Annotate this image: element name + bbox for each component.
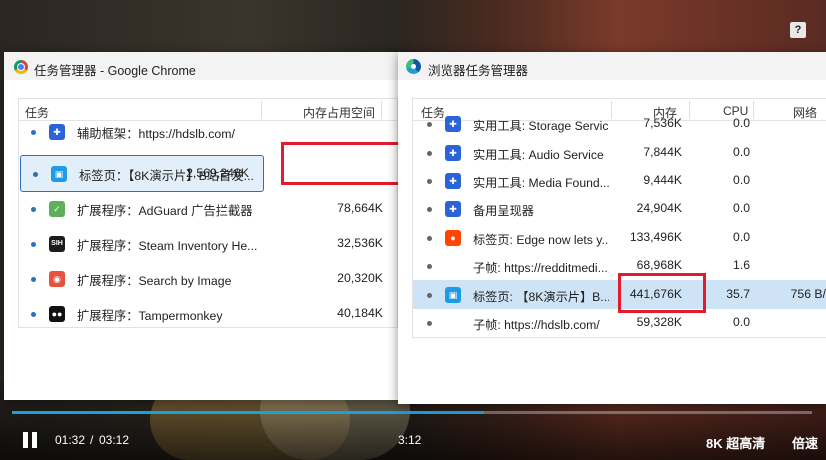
bullet-dot xyxy=(31,276,36,282)
puzzle-icon: ✚ xyxy=(49,123,65,140)
cpu-value: 0.0 xyxy=(733,172,750,187)
task-name: 扩展程序：Tampermonkey xyxy=(77,308,223,323)
progress-fill xyxy=(12,411,484,414)
memory-value: 133,496K xyxy=(629,229,682,244)
table-row[interactable]: ✚ 实用工具: Storage Service 7,536K 0.0 xyxy=(413,110,826,138)
cpu-value: 0.0 xyxy=(733,229,750,244)
table-row[interactable]: ✚ 实用工具: Media Found... 9,444K 0.0 xyxy=(413,167,826,195)
cpu-value: 35.7 xyxy=(726,286,750,301)
highlight-box xyxy=(618,273,706,313)
task-name: 备用呈现器 xyxy=(473,204,534,219)
bullet-dot xyxy=(31,129,36,135)
title-bar[interactable]: 任务管理器 - Google Chrome xyxy=(4,52,412,80)
cpu-value: 0.0 xyxy=(733,201,750,216)
table-row[interactable]: ✚ 辅助框架：https://hdslb.com/ xyxy=(19,114,397,142)
task-table: 任务 内存占用空间 ✚ 辅助框架：https://hdslb.com/▣ 标签页：【… xyxy=(18,98,398,328)
time-separator: / xyxy=(90,433,94,447)
speed-button[interactable]: 倍速 xyxy=(792,433,818,452)
bullet-dot xyxy=(427,292,432,298)
bilibili-icon: ▣ xyxy=(445,286,461,303)
time-current: 01:32 xyxy=(55,433,86,447)
chrome-logo-icon xyxy=(14,60,28,74)
memory-value: 40,184K xyxy=(337,305,383,320)
memory-value: 78,664K xyxy=(337,200,383,215)
task-name: 实用工具: Storage Service xyxy=(473,119,609,134)
adguard-shield-icon: ✓ xyxy=(49,200,65,217)
bullet-dot xyxy=(427,320,432,326)
bullet-dot xyxy=(31,311,36,317)
chrome-task-manager-window: 任务管理器 - Google Chrome 任务 内存占用空间 ✚ 辅助框架：ht… xyxy=(4,52,412,400)
task-name: 标签页: 【8K演示片】B... xyxy=(473,289,609,304)
memory-value: 7,536K xyxy=(643,116,682,131)
camera-icon: ◉ xyxy=(49,270,65,287)
cpu-value: 1.6 xyxy=(733,258,750,273)
edge-logo-icon xyxy=(406,59,421,74)
table-row[interactable]: ✓ 扩展程序：AdGuard 广告拦截器 78,664K xyxy=(19,191,397,226)
memory-value: 59,328K xyxy=(636,314,682,329)
table-row[interactable]: ▣ 标签页：【8K演示片】B站首发... 2,569,248K xyxy=(20,155,264,192)
bullet-dot xyxy=(427,207,432,213)
bullet-dot xyxy=(31,206,36,212)
window-title: 浏览器任务管理器 xyxy=(428,64,529,78)
bullet-dot xyxy=(33,171,38,177)
task-name: 扩展程序：AdGuard 广告拦截器 xyxy=(77,203,253,218)
reddit-icon: ● xyxy=(445,229,461,246)
task-name: 实用工具: Audio Service xyxy=(473,147,604,162)
title-bar[interactable]: 浏览器任务管理器 xyxy=(398,52,826,80)
memory-value: 7,844K xyxy=(643,144,682,159)
window-title: 任务管理器 - Google Chrome xyxy=(34,64,196,78)
memory-value: 9,444K xyxy=(643,172,682,187)
help-button[interactable]: ? xyxy=(790,22,806,38)
bullet-dot xyxy=(427,264,432,270)
puzzle-icon: ✚ xyxy=(445,201,461,218)
task-name: 扩展程序：Search by Image xyxy=(77,273,232,288)
memory-value: 2,569,248K xyxy=(186,165,249,180)
cpu-value: 0.0 xyxy=(733,144,750,159)
bullet-dot xyxy=(427,150,432,156)
memory-value: 32,536K xyxy=(337,235,383,250)
bullet-dot xyxy=(427,235,432,241)
time-total-partial: 3:12 xyxy=(398,433,422,447)
table-row[interactable]: ✚ 实用工具: Audio Service 7,844K 0.0 xyxy=(413,138,826,166)
task-name: 子帧: https://redditmedi... xyxy=(473,261,608,276)
table-row[interactable]: ●● 扩展程序：Tampermonkey 40,184K xyxy=(19,296,397,331)
edge-task-manager-window: 浏览器任务管理器 任务 内存 CPU 网络 ✚ 实用工具: Storage Ser… xyxy=(398,52,826,404)
pause-icon[interactable] xyxy=(22,432,38,448)
bullet-dot xyxy=(427,122,432,128)
memory-value: 68,968K xyxy=(636,258,682,273)
memory-value: 20,320K xyxy=(337,270,383,285)
task-name: 实用工具: Media Found... xyxy=(473,175,609,190)
table-row[interactable]: 子帧: https://hdslb.com/59,328K 0.0 xyxy=(413,309,826,337)
table-row[interactable]: ◉ 扩展程序：Search by Image 20,320K xyxy=(19,261,397,296)
progress-bar[interactable] xyxy=(12,411,812,414)
task-name: 辅助框架：https://hdslb.com/ xyxy=(77,126,235,141)
memory-value: 24,904K xyxy=(636,201,682,216)
cpu-value: 0.0 xyxy=(733,314,750,329)
sih-icon: SIH xyxy=(49,235,65,252)
task-name: 标签页: Edge now lets y... xyxy=(473,232,609,247)
bilibili-icon: ▣ xyxy=(51,165,67,182)
highlight-box xyxy=(281,142,402,185)
puzzle-icon: ✚ xyxy=(445,144,461,161)
time-total: 03:12 xyxy=(99,433,130,447)
puzzle-icon: ✚ xyxy=(445,116,461,133)
puzzle-icon: ✚ xyxy=(445,172,461,189)
task-name: 子帧: https://hdslb.com/ xyxy=(473,317,600,332)
bullet-dot xyxy=(427,178,432,184)
network-value: 756 B/s xyxy=(790,286,826,301)
bullet-dot xyxy=(31,241,36,247)
table-row[interactable]: ✚ 备用呈现器 24,904K 0.0 xyxy=(413,195,826,223)
tampermonkey-icon: ●● xyxy=(49,305,65,322)
cpu-value: 0.0 xyxy=(733,116,750,131)
task-name: 扩展程序：Steam Inventory He... xyxy=(77,238,258,253)
table-row[interactable]: ● 标签页: Edge now lets y... 133,496K 0.0 xyxy=(413,224,826,252)
quality-button[interactable]: 8K 超高清 xyxy=(706,433,765,452)
table-row[interactable]: SIH 扩展程序：Steam Inventory He... 32,536K xyxy=(19,226,397,261)
